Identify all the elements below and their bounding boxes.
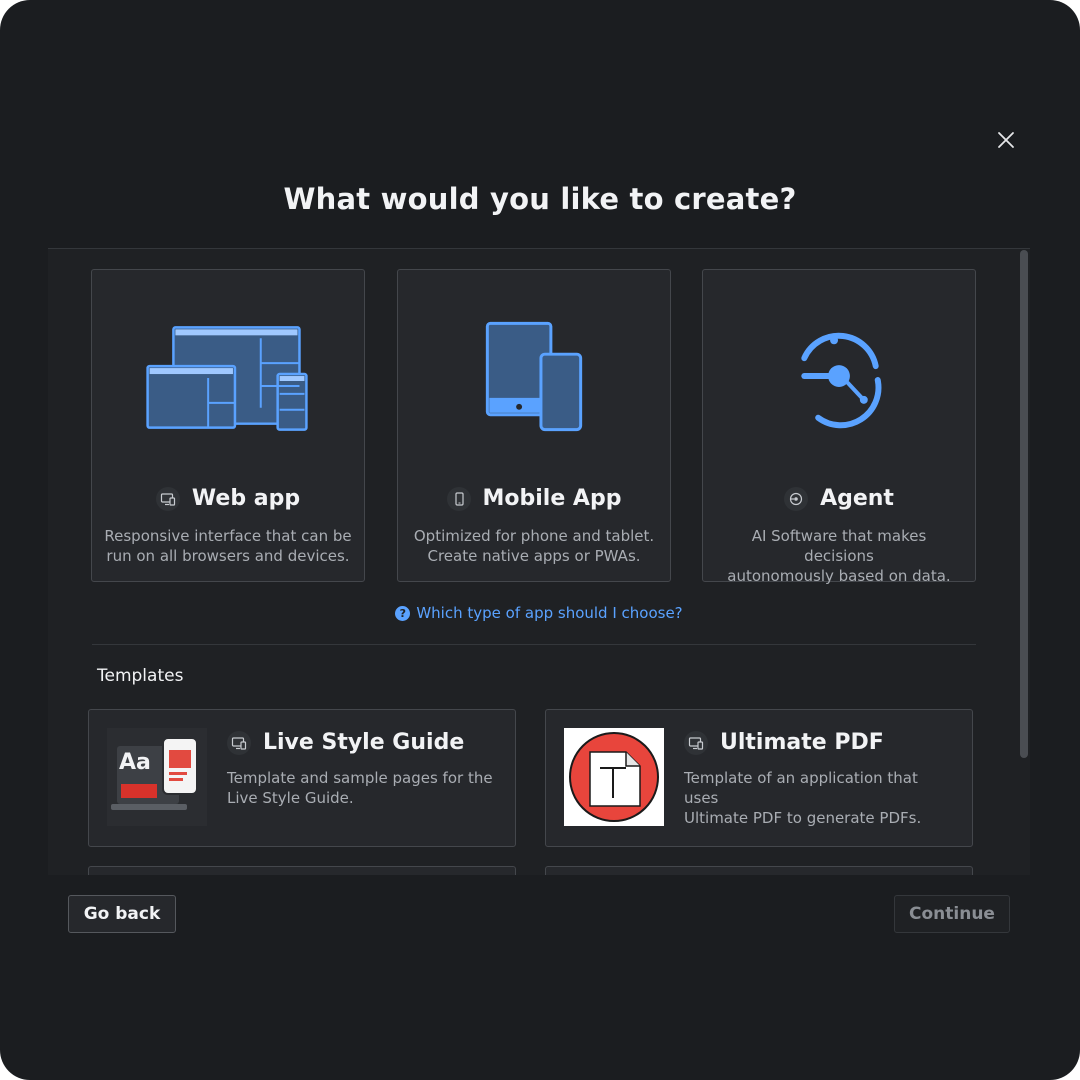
- options-scroll-area[interactable]: Web app Responsive interface that can be…: [48, 248, 1030, 875]
- phone-icon: [446, 486, 471, 511]
- help-link-label: Which type of app should I choose?: [416, 604, 683, 622]
- live-style-guide-thumb-text: Aa: [119, 750, 151, 775]
- ultimate-pdf-description-line-2: Ultimate PDF to generate PDFs.: [684, 809, 922, 827]
- mobile-app-title: Mobile App: [482, 486, 622, 511]
- mobile-app-description-line-1: Optimized for phone and tablet.: [413, 527, 655, 545]
- scrollbar-thumb[interactable]: [1020, 250, 1028, 758]
- help-link[interactable]: ? Which type of app should I choose?: [48, 604, 1030, 622]
- question-circle-icon: ?: [395, 605, 411, 621]
- live-style-guide-title: Live Style Guide: [263, 730, 465, 755]
- mobile-app-card[interactable]: Mobile App Optimized for phone and table…: [397, 269, 671, 582]
- web-app-description: Responsive interface that can be run on …: [104, 526, 352, 566]
- desktop-mobile-icon: [684, 730, 708, 755]
- web-app-title: Web app: [191, 486, 301, 511]
- web-app-header: Web app: [92, 486, 364, 511]
- ultimate-pdf-thumbnail: [564, 728, 664, 826]
- agent-header: Agent: [703, 486, 975, 511]
- ultimate-pdf-header: Ultimate PDF: [684, 730, 884, 755]
- create-app-dialog: What would you like to create? Web app R…: [0, 0, 1080, 1080]
- agent-icon: [784, 486, 809, 511]
- agent-description: AI Software that makes decisions autonom…: [715, 526, 963, 586]
- agent-description-line-2: autonomously based on data.: [727, 567, 951, 585]
- template-card-partial[interactable]: [545, 866, 973, 875]
- go-back-button[interactable]: Go back: [68, 895, 176, 933]
- agent-card[interactable]: Agent AI Software that makes decisions a…: [702, 269, 976, 585]
- ultimate-pdf-description: Template of an application that uses Ult…: [684, 768, 954, 828]
- ultimate-pdf-description-line-1: Template of an application that uses: [684, 769, 918, 807]
- template-ultimate-pdf[interactable]: Ultimate PDF Template of an application …: [545, 709, 973, 847]
- desktop-mobile-icon: [155, 486, 180, 511]
- live-style-guide-description: Template and sample pages for the Live S…: [227, 768, 497, 808]
- agent-illustration: [801, 332, 882, 429]
- mobile-app-illustration: [485, 321, 583, 432]
- mobile-app-header: Mobile App: [398, 486, 670, 511]
- live-style-guide-thumbnail: [107, 728, 207, 826]
- close-button[interactable]: [992, 126, 1020, 154]
- templates-heading: Templates: [97, 666, 184, 686]
- mobile-app-description-line-2: Create native apps or PWAs.: [427, 547, 641, 565]
- template-card-partial[interactable]: [88, 866, 516, 875]
- live-style-guide-header: Live Style Guide: [227, 730, 464, 755]
- template-live-style-guide[interactable]: Aa Live Style Guide Template and sample …: [88, 709, 516, 847]
- live-style-guide-description-line-2: Live Style Guide.: [227, 789, 354, 807]
- web-app-illustration: [146, 326, 308, 431]
- agent-title: Agent: [820, 486, 894, 511]
- web-app-description-line-2: run on all browsers and devices.: [106, 547, 350, 565]
- web-app-card[interactable]: Web app Responsive interface that can be…: [91, 269, 365, 582]
- section-divider: [92, 644, 976, 645]
- agent-description-line-1: AI Software that makes decisions: [751, 527, 927, 565]
- mobile-app-description: Optimized for phone and tablet. Create n…: [410, 526, 658, 566]
- desktop-mobile-icon: [227, 730, 251, 755]
- dialog-title: What would you like to create?: [283, 182, 797, 216]
- ultimate-pdf-title: Ultimate PDF: [720, 730, 884, 755]
- live-style-guide-description-line-1: Template and sample pages for the: [227, 769, 493, 787]
- close-icon: [998, 132, 1014, 148]
- continue-button[interactable]: Continue: [894, 895, 1010, 933]
- web-app-description-line-1: Responsive interface that can be: [104, 527, 352, 545]
